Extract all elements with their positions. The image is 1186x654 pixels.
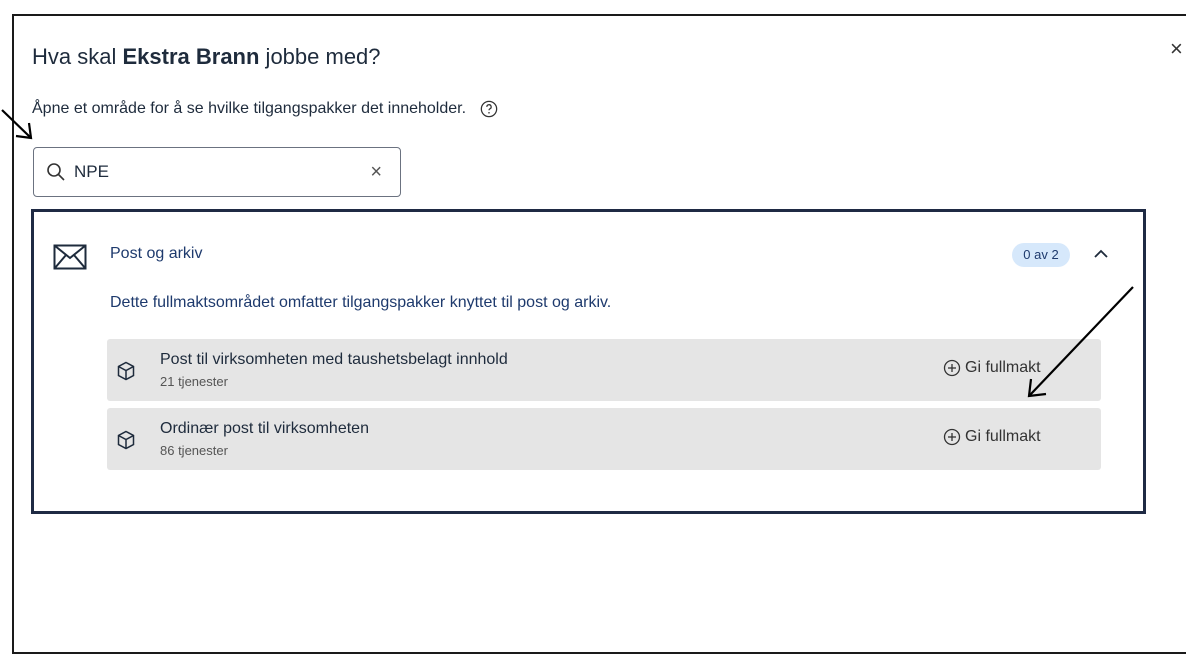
area-title[interactable]: Post og arkiv <box>110 245 202 263</box>
package-icon <box>117 361 135 381</box>
search-value[interactable]: NPE <box>74 162 370 182</box>
package-icon <box>117 430 135 450</box>
package-row[interactable]: Post til virksomheten med taushetsbelagt… <box>107 339 1101 401</box>
package-row[interactable]: Ordinær post til virksomheten 86 tjenest… <box>107 408 1101 470</box>
plus-circle-icon <box>943 359 961 377</box>
dialog-title: Hva skal Ekstra Brann jobbe med? <box>32 44 381 70</box>
clear-search-icon[interactable]: × <box>370 161 382 184</box>
status-badge: 0 av 2 <box>1012 243 1070 267</box>
search-input[interactable]: NPE × <box>33 147 401 197</box>
grant-access-button[interactable]: Gi fullmakt <box>943 428 1041 446</box>
search-icon <box>47 163 65 181</box>
package-name: Ordinær post til virksomheten <box>160 420 369 437</box>
title-name: Ekstra Brann <box>122 44 260 69</box>
question-circle-icon[interactable] <box>480 100 498 118</box>
close-icon[interactable]: × <box>1170 38 1183 60</box>
dialog-subtitle: Åpne et område for å se hvilke tilgangsp… <box>32 100 498 118</box>
package-service-count: 86 tjenester <box>160 443 228 458</box>
area-description: Dette fullmaktsområdet omfatter tilgangs… <box>110 294 612 311</box>
grant-access-label: Gi fullmakt <box>965 428 1041 445</box>
title-suffix: jobbe med? <box>259 44 381 69</box>
title-prefix: Hva skal <box>32 44 123 69</box>
grant-access-button[interactable]: Gi fullmakt <box>943 359 1041 377</box>
package-name: Post til virksomheten med taushetsbelagt… <box>160 351 508 368</box>
chevron-up-icon[interactable] <box>1093 247 1109 261</box>
package-service-count: 21 tjenester <box>160 374 228 389</box>
envelope-icon <box>53 244 87 270</box>
plus-circle-icon <box>943 428 961 446</box>
subtitle-text: Åpne et område for å se hvilke tilgangsp… <box>32 100 467 117</box>
grant-access-label: Gi fullmakt <box>965 359 1041 376</box>
